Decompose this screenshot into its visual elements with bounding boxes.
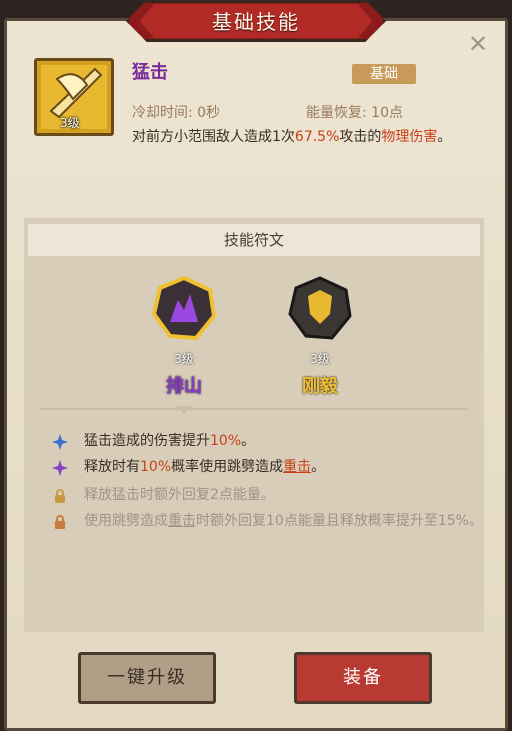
rune-shield-icon[interactable]	[288, 276, 352, 340]
effect-text: 。	[311, 459, 326, 475]
divider-arrow-icon	[176, 406, 192, 414]
effect-link[interactable]: 重击	[168, 513, 196, 529]
rune-name: 刚毅	[302, 376, 338, 397]
purple-star-icon	[52, 460, 68, 476]
skill-level: 3级	[60, 116, 80, 130]
page-title: 基础技能	[212, 10, 300, 34]
effect-link[interactable]: 重击	[283, 459, 311, 475]
effect-value: 10%	[140, 459, 172, 475]
desc-end: 。	[437, 129, 452, 145]
skill-description: 对前方小范围敌人造成1次67.5%攻击的物理伤害。	[132, 126, 472, 148]
rune-mountain-icon[interactable]	[151, 275, 217, 341]
effect-text: 使用跳劈造成	[84, 513, 168, 529]
desc-prefix: 对前方小范围敌人造成1次	[132, 129, 295, 145]
effect-value: 10%	[210, 433, 242, 449]
skill-tag-badge: 基础	[352, 64, 416, 84]
effect-text: 释放时有	[84, 459, 140, 475]
blue-star-icon	[52, 434, 68, 450]
energy-text: 能量恢复: 10点	[306, 105, 403, 121]
close-icon[interactable]: ✕	[466, 32, 490, 56]
rune-level: 3级	[310, 352, 330, 366]
effect-text: 概率使用跳劈造成	[171, 459, 284, 475]
effect-text: 时额外回复10点能量且释放概率提升至15%。	[196, 513, 483, 529]
desc-mid: 攻击的	[339, 129, 382, 145]
equip-button[interactable]: 装备	[294, 652, 432, 704]
shield-rune-icon	[288, 276, 352, 340]
rune-section	[24, 218, 484, 632]
cooldown-text: 冷却时间: 0秒	[132, 105, 221, 121]
effect-text: 。	[241, 433, 256, 449]
desc-percent: 67.5%	[294, 129, 340, 145]
lock-icon	[55, 489, 65, 503]
rune-name: 排山	[166, 376, 202, 397]
mountain-rune-icon	[151, 275, 217, 341]
upgrade-all-button[interactable]: 一键升级	[78, 652, 216, 704]
lock-icon	[55, 515, 65, 529]
rune-level: 3级	[174, 352, 194, 366]
divider	[40, 408, 468, 410]
skill-name: 猛击	[132, 62, 168, 83]
rune-section-title: 技能符文	[28, 224, 480, 256]
effect-text: 释放猛击时额外回复2点能量。	[84, 487, 275, 503]
effect-text: 猛击造成的伤害提升	[84, 433, 210, 449]
desc-type: 物理伤害	[381, 129, 438, 145]
